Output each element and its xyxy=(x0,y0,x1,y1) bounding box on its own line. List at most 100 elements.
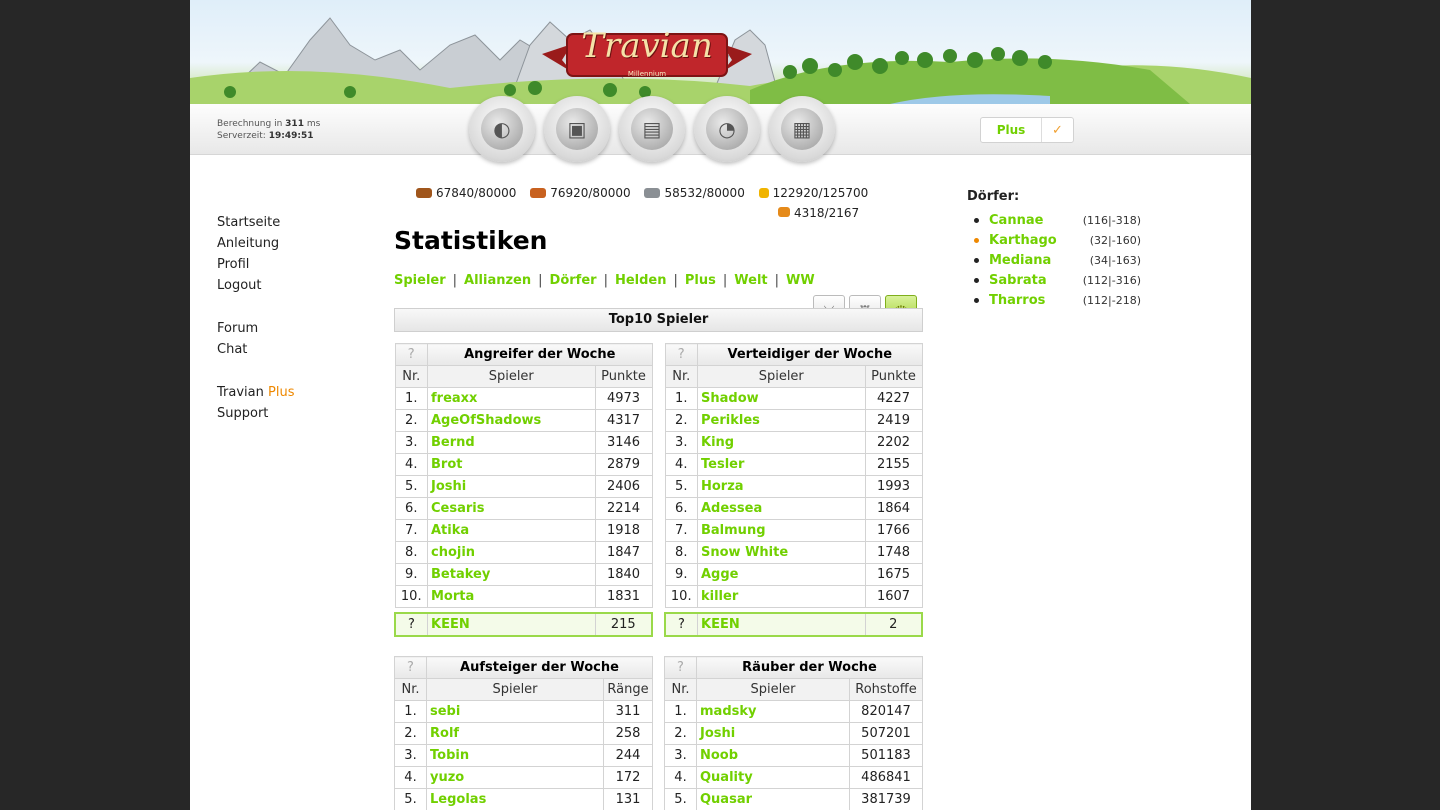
village-center-button[interactable]: ▣ xyxy=(544,96,610,162)
village-item[interactable]: Sabrata (112|-316) xyxy=(967,270,1141,290)
nav-forum[interactable]: Forum xyxy=(217,318,294,339)
village-item[interactable]: Mediana (34|-163) xyxy=(967,250,1141,270)
player-link[interactable]: King xyxy=(697,431,866,454)
player-link[interactable]: Rolf xyxy=(426,722,604,745)
col-nr: Nr. xyxy=(664,365,698,388)
village-overview-button[interactable]: ◐ xyxy=(469,96,535,162)
plus-box[interactable]: Plus ✓ xyxy=(980,117,1074,143)
help-icon[interactable]: ? xyxy=(394,656,427,679)
tab-players[interactable]: Spieler xyxy=(394,273,446,288)
tab-villages[interactable]: Dörfer xyxy=(550,273,597,288)
resource-clay: 76920/80000 xyxy=(530,186,631,200)
player-link[interactable]: Morta xyxy=(427,585,596,608)
table-row: 2. AgeOfShadows 4317 xyxy=(394,409,653,432)
player-link[interactable]: Balmung xyxy=(697,519,866,542)
nav-travian-plus[interactable]: Travian Plus xyxy=(217,382,294,403)
tab-heroes[interactable]: Helden xyxy=(615,273,667,288)
nav-chat[interactable]: Chat xyxy=(217,339,294,360)
points: 4973 xyxy=(594,387,653,410)
own-player-link[interactable]: KEEN xyxy=(427,612,596,637)
village-name[interactable]: Tharros xyxy=(989,293,1071,308)
points: 1918 xyxy=(594,519,653,542)
resource-bar: 67840/80000 76920/80000 58532/80000 1229… xyxy=(416,186,878,220)
player-link[interactable]: yuzo xyxy=(426,766,604,789)
village-item[interactable]: Tharros (112|-218) xyxy=(967,290,1141,310)
points: 1847 xyxy=(594,541,653,564)
table-row: 6. Adessea 1864 xyxy=(664,497,923,520)
statistics-button[interactable]: ◔ xyxy=(694,96,760,162)
resource-lumber: 67840/80000 xyxy=(416,186,516,200)
page-title: Statistiken xyxy=(394,226,548,255)
player-link[interactable]: Joshi xyxy=(696,722,850,745)
table-row: 7. Balmung 1766 xyxy=(664,519,923,542)
clay-value: 76920/80000 xyxy=(550,186,631,200)
village-name[interactable]: Cannae xyxy=(989,213,1071,228)
player-link[interactable]: Atika xyxy=(427,519,596,542)
village-item[interactable]: Cannae (116|-318) xyxy=(967,210,1141,230)
points: 4227 xyxy=(864,387,923,410)
tab-plus[interactable]: Plus xyxy=(685,273,716,288)
help-icon[interactable]: ? xyxy=(394,343,428,366)
table-row: 7. Atika 1918 xyxy=(394,519,653,542)
village-item[interactable]: Karthago (32|-160) xyxy=(967,230,1141,250)
rank: 5. xyxy=(394,788,427,810)
nav-home[interactable]: Startseite xyxy=(217,212,294,233)
own-player-link[interactable]: KEEN xyxy=(697,612,866,637)
player-link[interactable]: Horza xyxy=(697,475,866,498)
table-row: 9. Agge 1675 xyxy=(664,563,923,586)
player-link[interactable]: Joshi xyxy=(427,475,596,498)
player-link[interactable]: Noob xyxy=(696,744,850,767)
attackers-table: ? Angreifer der Woche Nr. Spieler Punkte… xyxy=(394,343,653,637)
nav-manual[interactable]: Anleitung xyxy=(217,233,294,254)
navigation-bar: Berechnung in 311 ms Serverzeit: 19:49:5… xyxy=(190,96,1251,162)
player-link[interactable]: Agge xyxy=(697,563,866,586)
player-link[interactable]: Cesaris xyxy=(427,497,596,520)
player-link[interactable]: Bernd xyxy=(427,431,596,454)
village-name[interactable]: Sabrata xyxy=(989,273,1071,288)
points: 1864 xyxy=(864,497,923,520)
player-link[interactable]: Adessea xyxy=(697,497,866,520)
player-link[interactable]: sebi xyxy=(426,700,604,723)
map-button[interactable]: ▤ xyxy=(619,96,685,162)
player-link[interactable]: Legolas xyxy=(426,788,604,810)
reports-button[interactable]: ▦ xyxy=(769,96,835,162)
crop-consumption-icon xyxy=(778,207,790,217)
player-link[interactable]: Tobin xyxy=(426,744,604,767)
help-icon[interactable]: ? xyxy=(664,656,697,679)
nav-support[interactable]: Support xyxy=(217,403,294,424)
village-name[interactable]: Karthago xyxy=(989,233,1071,248)
nav-logout[interactable]: Logout xyxy=(217,275,294,296)
player-link[interactable]: Betakey xyxy=(427,563,596,586)
player-link[interactable]: Brot xyxy=(427,453,596,476)
player-link[interactable]: Quasar xyxy=(696,788,850,810)
resources-amount: 486841 xyxy=(849,766,923,789)
table-row: 1. freaxx 4973 xyxy=(394,387,653,410)
player-link[interactable]: Tesler xyxy=(697,453,866,476)
tab-wonders[interactable]: WW xyxy=(786,273,815,288)
player-link[interactable]: freaxx xyxy=(427,387,596,410)
player-link[interactable]: chojin xyxy=(427,541,596,564)
village-name[interactable]: Mediana xyxy=(989,253,1071,268)
player-link[interactable]: Snow White xyxy=(697,541,866,564)
plus-label[interactable]: Plus xyxy=(981,118,1042,142)
player-link[interactable]: killer xyxy=(697,585,866,608)
active-bullet-icon xyxy=(974,237,979,243)
tab-world[interactable]: Welt xyxy=(734,273,767,288)
travian-logo[interactable]: Travian Millennium xyxy=(542,22,752,86)
points: 2155 xyxy=(864,453,923,476)
tab-alliances[interactable]: Allianzen xyxy=(464,273,531,288)
nav-profile[interactable]: Profil xyxy=(217,254,294,275)
defenders-title: Verteidiger der Woche xyxy=(697,343,923,366)
iron-icon xyxy=(644,188,661,198)
lumber-icon xyxy=(416,188,432,198)
col-player: Spieler xyxy=(427,365,596,388)
player-link[interactable]: AgeOfShadows xyxy=(427,409,596,432)
ranks: 244 xyxy=(603,744,653,767)
resources-amount: 501183 xyxy=(849,744,923,767)
player-link[interactable]: madsky xyxy=(696,700,850,723)
player-link[interactable]: Perikles xyxy=(697,409,866,432)
player-link[interactable]: Shadow xyxy=(697,387,866,410)
player-link[interactable]: Quality xyxy=(696,766,850,789)
own-rank: ? xyxy=(394,612,428,637)
help-icon[interactable]: ? xyxy=(664,343,698,366)
